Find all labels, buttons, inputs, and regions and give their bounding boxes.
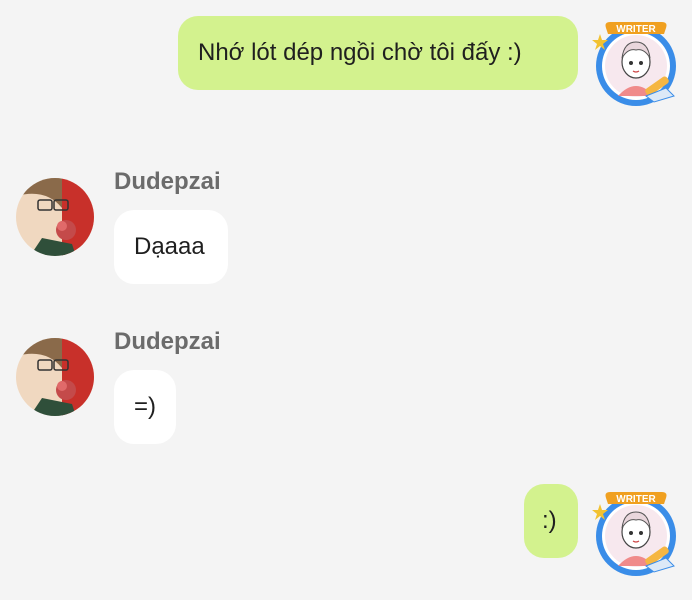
sender-name: Dudepzai <box>114 328 221 355</box>
sender-name: Dudepzai <box>114 168 221 195</box>
dudepzai-avatar[interactable] <box>16 178 94 256</box>
incoming-message-bubble[interactable]: =) <box>114 370 176 444</box>
dudepzai-avatar[interactable] <box>16 338 94 416</box>
message-text: :) <box>542 507 557 534</box>
writer-avatar[interactable]: WRITER <box>588 486 684 582</box>
message-text: Nhớ lót dép ngồi chờ tôi đấy :) <box>198 39 522 66</box>
chat-thread: Nhớ lót dép ngồi chờ tôi đấy :) WRITER D… <box>0 0 692 600</box>
outgoing-message-bubble[interactable]: Nhớ lót dép ngồi chờ tôi đấy :) <box>178 16 578 90</box>
message-text: Dạaaa <box>134 233 205 260</box>
incoming-message-bubble[interactable]: Dạaaa <box>114 210 228 284</box>
writer-badge-label: WRITER <box>616 494 656 505</box>
writer-badge-label: WRITER <box>616 24 656 35</box>
outgoing-message-bubble[interactable]: :) <box>524 484 578 558</box>
writer-avatar[interactable]: WRITER <box>588 16 684 112</box>
message-text: =) <box>134 393 157 420</box>
